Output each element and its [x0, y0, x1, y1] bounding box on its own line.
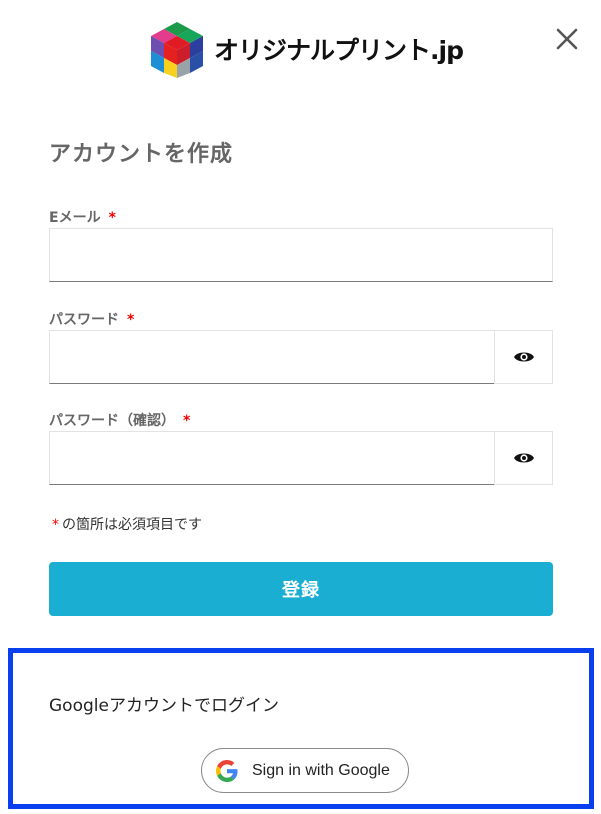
email-field[interactable]: [50, 229, 552, 281]
google-g-icon: [216, 759, 238, 782]
logo-text: オリジナルプリント.jp: [214, 36, 464, 65]
password-confirm-label-text: パスワード（確認）: [49, 413, 175, 429]
email-field-wrapper: [49, 228, 553, 282]
required-note: * の箇所は必須項目です: [52, 514, 202, 534]
password-confirm-field[interactable]: [50, 432, 494, 484]
google-sign-in-label: Sign in with Google: [252, 761, 390, 779]
password-field[interactable]: [50, 331, 494, 383]
google-login-title: Googleアカウントでログイン: [49, 696, 279, 716]
eye-icon: [513, 453, 534, 463]
close-icon: [556, 28, 578, 50]
email-label-text: Eメール: [49, 210, 101, 226]
password-toggle-button[interactable]: [494, 330, 553, 384]
required-note-text: の箇所は必須項目です: [62, 517, 202, 533]
page-title: アカウントを作成: [49, 142, 234, 167]
cube-logo-icon: [151, 22, 203, 78]
header: オリジナルプリント.jp: [0, 0, 601, 90]
google-login-section: Googleアカウントでログイン Sign in with Google: [8, 648, 594, 809]
password-confirm-field-wrapper: [49, 431, 495, 485]
password-label-text: パスワード: [49, 312, 119, 328]
register-button[interactable]: 登録: [49, 562, 553, 616]
password-confirm-label: パスワード（確認） *: [49, 410, 190, 430]
required-mark: *: [183, 413, 191, 429]
required-mark: *: [108, 210, 116, 226]
password-field-wrapper: [49, 330, 495, 384]
close-button[interactable]: [552, 24, 582, 54]
password-confirm-toggle-button[interactable]: [494, 431, 553, 485]
required-note-mark: *: [52, 517, 59, 533]
eye-icon: [513, 352, 534, 362]
password-label: パスワード *: [49, 309, 134, 329]
google-sign-in-button[interactable]: Sign in with Google: [201, 748, 409, 793]
site-logo[interactable]: オリジナルプリント.jp: [150, 20, 464, 80]
required-mark: *: [127, 312, 135, 328]
email-label: Eメール *: [49, 207, 116, 227]
